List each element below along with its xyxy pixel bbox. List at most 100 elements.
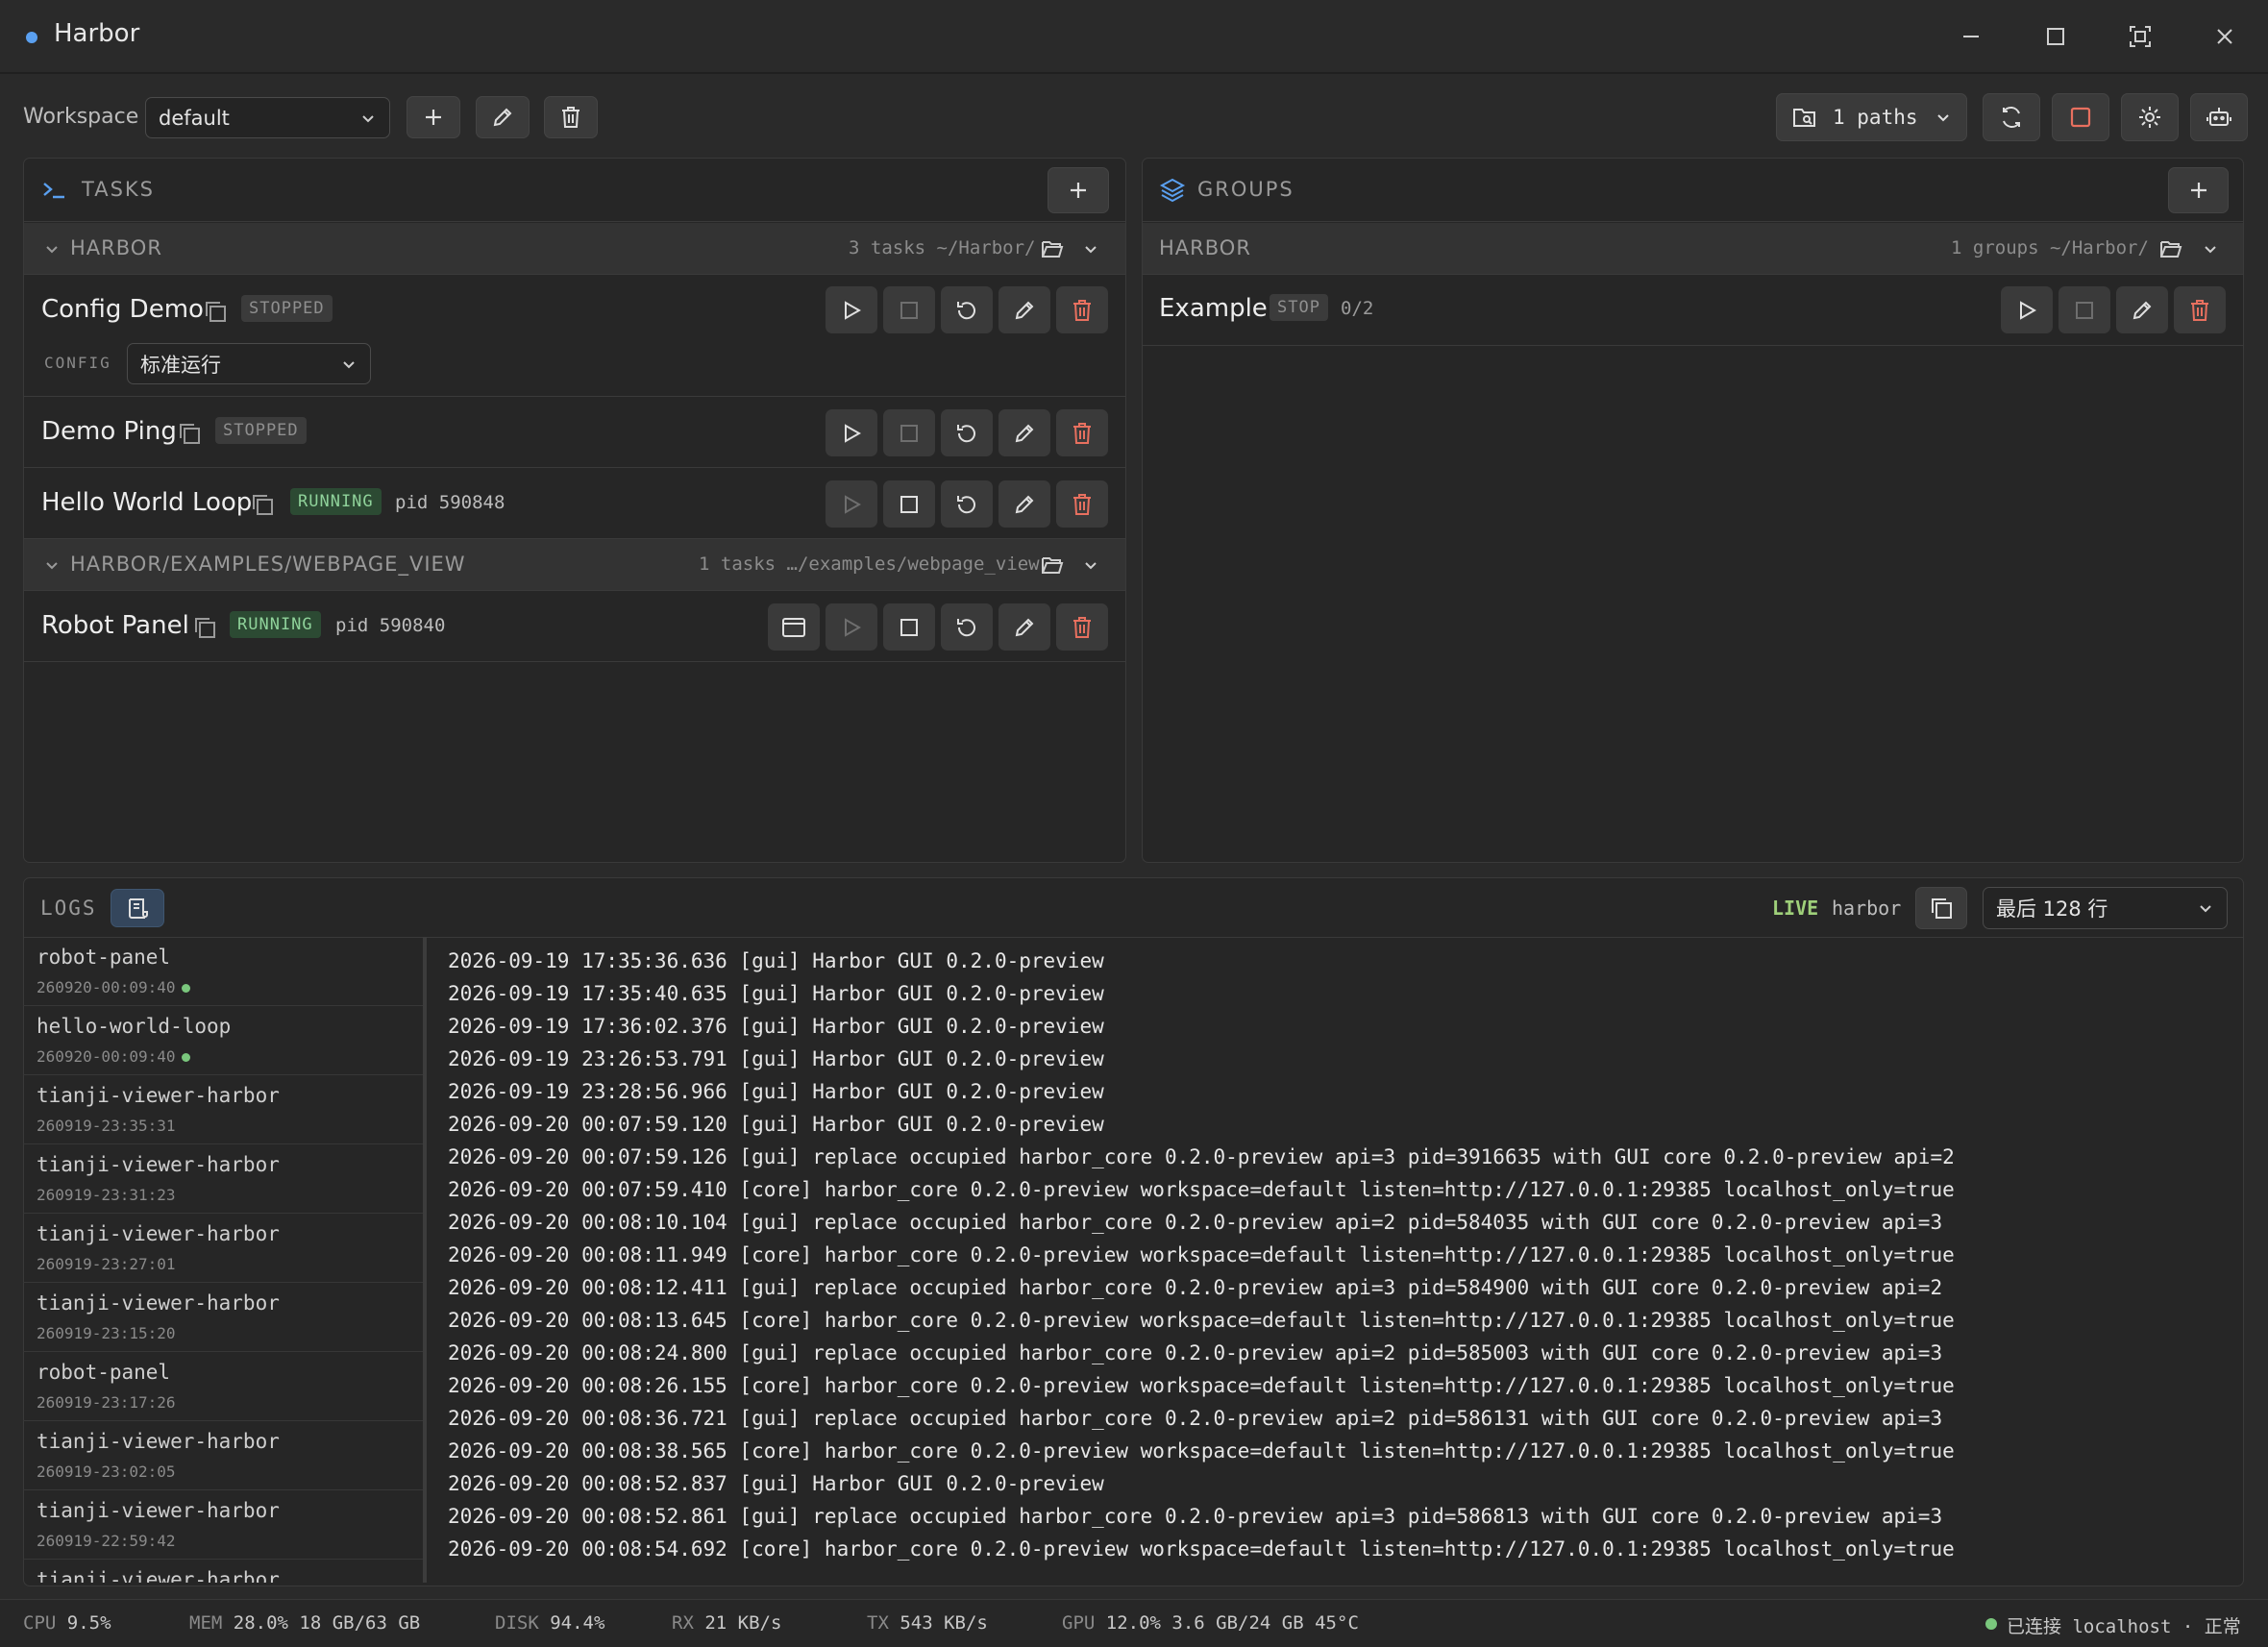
delete-workspace-button[interactable]: [544, 96, 598, 138]
stop-button[interactable]: [883, 286, 935, 333]
copy-icon: [180, 424, 200, 444]
log-session-item[interactable]: tianji-viewer-harbor 260919-23:27:01: [23, 1214, 423, 1283]
restart-button[interactable]: [941, 286, 993, 333]
robot-button[interactable]: [2190, 93, 2248, 141]
edit-button[interactable]: [998, 286, 1050, 333]
edit-button[interactable]: [998, 603, 1050, 651]
maximize-icon: [2047, 28, 2064, 45]
status-badge: STOPPED: [215, 417, 307, 444]
start-button[interactable]: [826, 480, 877, 528]
active-dot: [181, 1053, 190, 1062]
start-button[interactable]: [826, 409, 877, 456]
stop-icon: [900, 495, 918, 513]
refresh-button[interactable]: [1983, 93, 2040, 141]
workspace-value: default: [159, 106, 230, 130]
status-badge: RUNNING: [230, 611, 321, 638]
chevron-down-icon: [1085, 562, 1097, 570]
log-session-item[interactable]: tianji-viewer-harbor 260919-23:35:31: [23, 1075, 423, 1144]
chevron-down-icon: [362, 114, 374, 122]
fullscreen-button[interactable]: [2124, 20, 2157, 53]
log-session-item[interactable]: hello-world-loop 260920-00:09:40: [23, 1006, 423, 1075]
start-button[interactable]: [826, 286, 877, 333]
edit-group-button[interactable]: [2116, 286, 2168, 333]
delete-button[interactable]: [1056, 409, 1108, 456]
log-session-item[interactable]: robot-panel 260919-23:17:26: [23, 1352, 423, 1421]
copy-logs-button[interactable]: [1915, 887, 1967, 929]
log-session-item[interactable]: tianji-viewer-harbor 260919-23:15:20: [23, 1283, 423, 1352]
minimize-button[interactable]: [1955, 20, 1987, 53]
title-bar: Harbor: [0, 0, 2268, 74]
groups-group-meta: 1 groups ~/Harbor/: [1951, 237, 2149, 258]
log-session-item[interactable]: tianji-viewer-harbor 260919-22:59:42: [23, 1490, 423, 1560]
folder-open-icon: [1042, 557, 1064, 574]
rx-stat: RX 21 KB/s: [672, 1612, 782, 1634]
log-session-item[interactable]: tianji-viewer-harbor 260919-23:02:05: [23, 1421, 423, 1490]
status-bar: CPU 9.5% MEM 28.0% 18 GB/63 GB DISK 94.4…: [0, 1599, 2268, 1647]
paths-label: 1 paths: [1833, 106, 1918, 129]
task-group-header[interactable]: HARBOR/EXAMPLES/WEBPAGE_VIEW 1 tasks …/e…: [24, 539, 1125, 591]
groups-group-header[interactable]: HARBOR 1 groups ~/Harbor/: [1143, 223, 2243, 275]
log-session-name: tianji-viewer-harbor: [37, 1568, 280, 1583]
pencil-icon: [1015, 495, 1034, 513]
stop-icon: [2076, 301, 2093, 319]
settings-button[interactable]: [2121, 93, 2179, 141]
gpu-stat: GPU 12.0% 3.6 GB/24 GB 45°C: [1062, 1612, 1359, 1634]
stop-group-button[interactable]: [2058, 286, 2110, 333]
paths-dropdown[interactable]: 1 paths: [1776, 93, 1967, 141]
log-session-time: 260919-23:15:20: [37, 1324, 176, 1342]
stop-button[interactable]: [883, 480, 935, 528]
log-session-item[interactable]: tianji-viewer-harbor 260919-23:31:23: [23, 1144, 423, 1214]
edit-button[interactable]: [998, 480, 1050, 528]
scroll-text-icon: [129, 898, 148, 919]
task-group-header[interactable]: HARBOR 3 tasks ~/Harbor/: [24, 223, 1125, 275]
chevron-down-icon: [46, 246, 58, 254]
close-window-button[interactable]: [2208, 20, 2241, 53]
pencil-icon: [2132, 301, 2152, 319]
delete-button[interactable]: [1056, 286, 1108, 333]
edit-button[interactable]: [998, 409, 1050, 456]
folder-open-icon: [1042, 241, 1064, 258]
log-view-toggle[interactable]: [111, 889, 164, 927]
restart-button[interactable]: [941, 409, 993, 456]
start-group-button[interactable]: [2001, 286, 2053, 333]
log-line: 2026-09-19 17:35:36.636 [gui] Harbor GUI…: [448, 949, 1104, 972]
delete-group-button[interactable]: [2174, 286, 2226, 333]
add-group-button[interactable]: [2168, 167, 2229, 213]
disk-stat: DISK 94.4%: [495, 1612, 605, 1634]
edit-workspace-button[interactable]: [476, 96, 530, 138]
config-select[interactable]: 标准运行: [127, 343, 371, 384]
workspace-select[interactable]: default: [145, 97, 390, 138]
log-session-item[interactable]: tianji-viewer-harbor: [23, 1560, 423, 1583]
log-range-select[interactable]: 最后 128 行: [1983, 887, 2228, 929]
tx-stat: TX 543 KB/s: [867, 1612, 988, 1634]
tasks-panel: TASKS HARBOR 3 tasks ~/Harbor/ Config De…: [23, 158, 1126, 863]
stop-all-button[interactable]: [2052, 93, 2109, 141]
open-webview-button[interactable]: [768, 603, 820, 651]
start-button[interactable]: [826, 603, 877, 651]
add-workspace-button[interactable]: [407, 96, 460, 138]
log-session-time: 260920-00:09:40: [37, 1047, 190, 1066]
log-session-time: 260919-23:17:26: [37, 1393, 176, 1412]
logs-header: LOGS LIVE harbor 最后 128 行: [24, 878, 2243, 938]
stop-button[interactable]: [883, 409, 935, 456]
log-line: 2026-09-19 17:35:40.635 [gui] Harbor GUI…: [448, 982, 1104, 1005]
log-line: 2026-09-20 00:07:59.410 [core] harbor_co…: [448, 1178, 1955, 1201]
restart-button[interactable]: [941, 480, 993, 528]
delete-button[interactable]: [1056, 603, 1108, 651]
pencil-icon: [1015, 618, 1034, 636]
groups-header: GROUPS: [1143, 159, 2243, 222]
stop-icon: [900, 424, 918, 442]
live-indicator: LIVE: [1772, 897, 1819, 920]
maximize-button[interactable]: [2039, 20, 2072, 53]
restart-icon: [957, 618, 975, 636]
chevron-down-icon: [343, 360, 355, 368]
add-task-button[interactable]: [1048, 167, 1109, 213]
restart-button[interactable]: [941, 603, 993, 651]
log-session-item[interactable]: robot-panel 260920-00:09:40: [23, 937, 423, 1006]
log-session-time: 260919-23:02:05: [37, 1463, 176, 1481]
minimize-icon: [1963, 36, 1979, 37]
task-row: Hello World Loop RUNNING pid 590848: [24, 469, 1125, 539]
delete-button[interactable]: [1056, 480, 1108, 528]
stop-button[interactable]: [883, 603, 935, 651]
trash-icon: [1073, 616, 1091, 638]
